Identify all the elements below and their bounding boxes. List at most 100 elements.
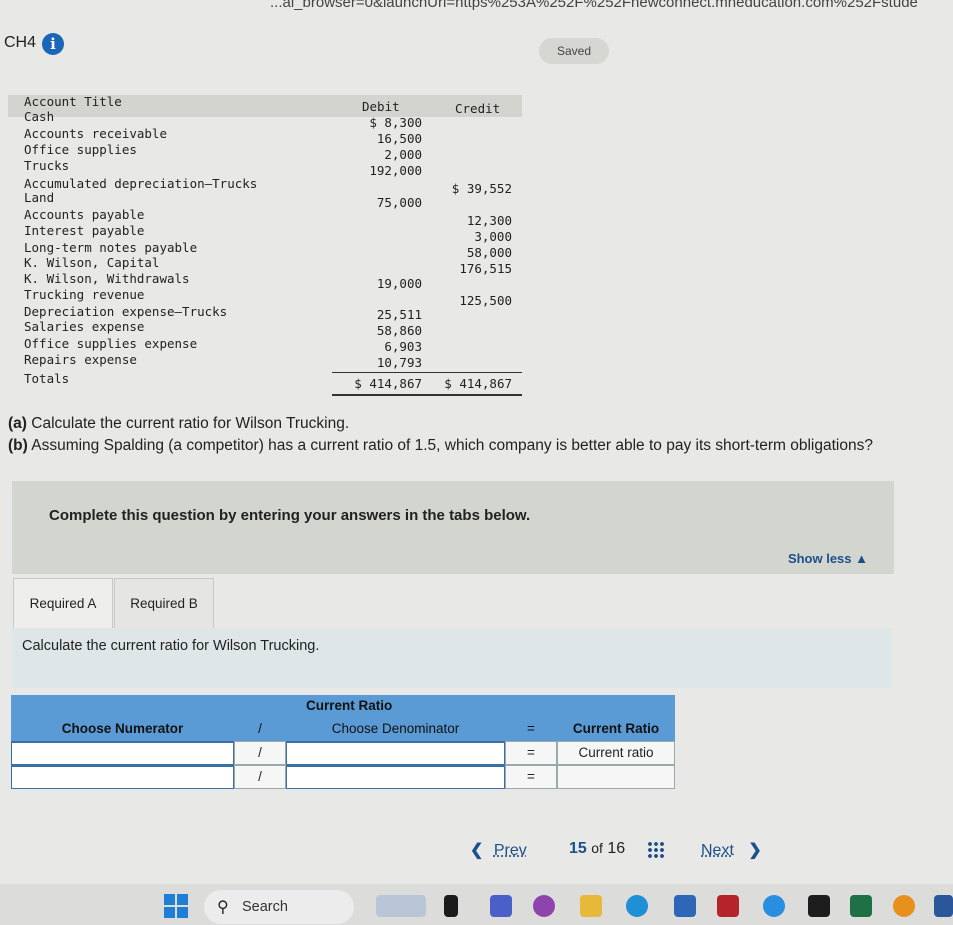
debit-total: $ 414,867 xyxy=(354,376,422,391)
chevron-right-icon: ❯ xyxy=(748,842,762,859)
widgets-icon[interactable] xyxy=(376,895,426,917)
debit-value: 25,511 xyxy=(376,307,422,322)
totals-label: Totals xyxy=(24,371,70,386)
edge-icon[interactable] xyxy=(626,895,648,917)
ratio-title-band xyxy=(11,695,286,717)
question-a-tag: (a) xyxy=(8,415,27,432)
tab-required-a[interactable]: Required A xyxy=(13,578,113,629)
col-credit: Credit xyxy=(455,101,501,116)
file-explorer-icon[interactable] xyxy=(580,895,602,917)
credit-value: 3,000 xyxy=(474,229,512,244)
tab-panel: Calculate the current ratio for Wilson T… xyxy=(12,628,892,688)
result-label: Current ratio xyxy=(557,741,675,765)
debit-value: 16,500 xyxy=(376,131,422,146)
tab-required-b[interactable]: Required B xyxy=(114,578,214,629)
debit-value: 19,000 xyxy=(376,276,422,291)
account-row: Long-term notes payable xyxy=(24,240,198,255)
debit-value: 2,000 xyxy=(384,147,422,162)
question-a: (a) Calculate the current ratio for Wils… xyxy=(8,415,349,433)
question-b-text: Assuming Spalding (a competitor) has a c… xyxy=(27,437,873,454)
url-bar: ...al_browser=0&launchUrl=https%253A%252… xyxy=(0,0,953,18)
account-row: Trucking revenue xyxy=(24,287,145,302)
chevron-left-icon: ❮ xyxy=(470,842,484,859)
equals-header: = xyxy=(505,717,557,741)
dropbox-icon[interactable] xyxy=(808,895,830,917)
instruction-panel: Complete this question by entering your … xyxy=(12,481,894,574)
windows-start-icon[interactable] xyxy=(164,894,188,918)
app-icon-l[interactable] xyxy=(444,895,458,917)
numerator-input-1[interactable] xyxy=(11,741,234,765)
slash-cell: / xyxy=(234,741,286,765)
total-pages: 16 xyxy=(607,840,626,857)
chapter-title: CH4 xyxy=(4,34,37,51)
credit-value: 176,515 xyxy=(459,261,512,276)
debit-value: 192,000 xyxy=(369,163,422,178)
account-row: Depreciation expense—Trucks xyxy=(24,304,228,319)
debit-value: 6,903 xyxy=(384,339,422,354)
tab-prompt: Calculate the current ratio for Wilson T… xyxy=(22,638,320,654)
taskbar-search[interactable]: ⚲ Search xyxy=(204,890,354,924)
mcgraw-hill-icon[interactable] xyxy=(717,895,739,917)
account-row: Interest payable xyxy=(24,223,145,238)
word-icon[interactable] xyxy=(934,895,953,917)
chrome-icon[interactable] xyxy=(893,895,915,917)
denominator-input-1[interactable] xyxy=(286,741,505,765)
account-row: Office supplies expense xyxy=(24,336,198,351)
app-icon-blue[interactable] xyxy=(763,895,785,917)
prev-button[interactable]: ❮ Prev xyxy=(470,840,527,860)
credit-value: 58,000 xyxy=(466,245,512,260)
denominator-header: Choose Denominator xyxy=(286,717,505,741)
app-icon-purple[interactable] xyxy=(533,895,555,917)
question-b: (b) Assuming Spalding (a competitor) has… xyxy=(8,437,873,455)
url-text: ...al_browser=0&launchUrl=https%253A%252… xyxy=(270,0,918,11)
totals-double-rule xyxy=(332,394,522,396)
account-row: Repairs expense xyxy=(24,352,137,367)
credit-value: $ 39,552 xyxy=(451,181,512,196)
next-button[interactable]: Next ❯ xyxy=(701,840,762,860)
store-icon[interactable] xyxy=(674,895,696,917)
credit-value: 12,300 xyxy=(466,213,512,228)
totals-rule xyxy=(332,372,522,373)
result-header: Current Ratio xyxy=(557,717,675,741)
numerator-header: Choose Numerator xyxy=(11,717,234,741)
debit-value: 75,000 xyxy=(376,195,422,210)
account-row: Cash xyxy=(24,109,55,124)
credit-value: 125,500 xyxy=(459,293,512,308)
account-row: K. Wilson, Capital xyxy=(24,255,160,270)
search-icon: ⚲ xyxy=(217,899,229,916)
excel-icon[interactable] xyxy=(850,895,872,917)
prev-label: Prev xyxy=(493,842,527,859)
debit-value: 58,860 xyxy=(376,323,422,338)
saved-badge: Saved xyxy=(539,38,609,64)
next-label: Next xyxy=(701,842,734,859)
debit-value: 10,793 xyxy=(376,355,422,370)
page-of: of xyxy=(591,840,603,856)
col-debit: Debit xyxy=(362,99,400,114)
question-b-tag: (b) xyxy=(8,437,28,454)
account-row: Trucks xyxy=(24,158,70,173)
slash-header: / xyxy=(234,717,286,741)
account-row: Accounts payable xyxy=(24,207,145,222)
page-indicator: 15 of 16 xyxy=(569,840,625,858)
numerator-input-2[interactable] xyxy=(11,765,234,789)
info-icon[interactable]: i xyxy=(42,33,64,55)
grid-icon[interactable] xyxy=(647,841,665,859)
instruction-message: Complete this question by entering your … xyxy=(49,507,531,524)
teams-icon[interactable] xyxy=(490,895,512,917)
show-less-button[interactable]: Show less ▲ xyxy=(788,551,868,566)
denominator-input-2[interactable] xyxy=(286,765,505,789)
current-page: 15 xyxy=(569,840,587,857)
credit-total: $ 414,867 xyxy=(444,376,512,391)
question-a-text: Calculate the current ratio for Wilson T… xyxy=(26,415,350,432)
account-row: Land xyxy=(24,190,55,205)
search-label: Search xyxy=(242,899,288,915)
slash-cell: / xyxy=(234,765,286,789)
equals-cell: = xyxy=(505,741,557,765)
result-input[interactable] xyxy=(557,765,675,789)
account-row: Office supplies xyxy=(24,142,137,157)
debit-value: $ 8,300 xyxy=(369,115,422,130)
account-row: Accounts receivable xyxy=(24,126,167,141)
equals-cell: = xyxy=(505,765,557,789)
account-row: K. Wilson, Withdrawals xyxy=(24,271,190,286)
account-row: Salaries expense xyxy=(24,319,145,334)
